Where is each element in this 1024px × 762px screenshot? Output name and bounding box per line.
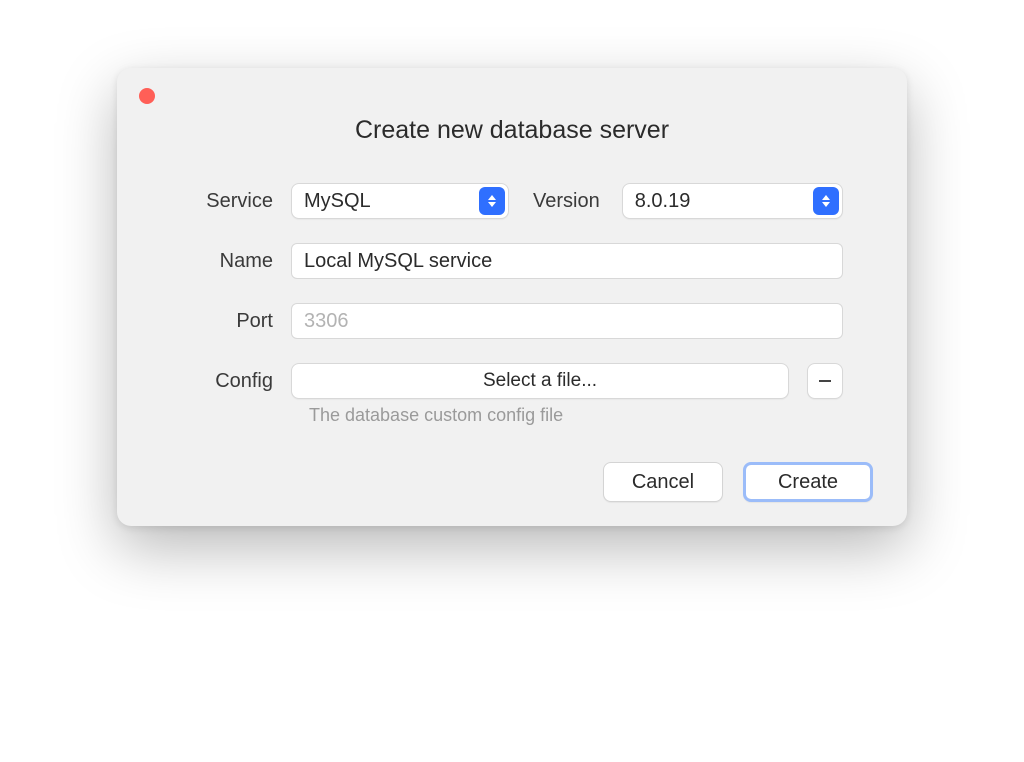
create-button[interactable]: Create <box>743 462 873 502</box>
label-version: Version <box>527 190 604 213</box>
version-select-value: 8.0.19 <box>635 190 691 213</box>
updown-icon <box>479 187 505 215</box>
close-window-icon[interactable] <box>139 88 155 104</box>
window-controls <box>139 88 155 104</box>
label-service: Service <box>151 190 291 213</box>
field-service: MySQL Version 8.0.19 <box>291 183 843 219</box>
create-db-dialog: Create new database server Service MySQL… <box>117 68 907 526</box>
config-block: Config Select a file... The database cus… <box>151 363 843 426</box>
row-name: Name <box>151 243 843 279</box>
form: Service MySQL Version 8.0.19 Name <box>145 183 879 426</box>
cancel-button[interactable]: Cancel <box>603 462 723 502</box>
row-config: Config Select a file... <box>151 363 843 399</box>
service-select-value: MySQL <box>304 190 371 213</box>
service-select[interactable]: MySQL <box>291 183 509 219</box>
port-input[interactable] <box>291 303 843 339</box>
config-helper-text: The database custom config file <box>309 405 843 426</box>
dialog-title: Create new database server <box>145 116 879 145</box>
cancel-button-label: Cancel <box>632 471 694 494</box>
name-input[interactable] <box>291 243 843 279</box>
minus-icon <box>819 380 831 382</box>
remove-config-button[interactable] <box>807 363 843 399</box>
label-config: Config <box>151 370 291 393</box>
row-service: Service MySQL Version 8.0.19 <box>151 183 843 219</box>
dialog-footer: Cancel Create <box>145 462 879 502</box>
select-file-label: Select a file... <box>483 370 597 392</box>
label-port: Port <box>151 310 291 333</box>
row-port: Port <box>151 303 843 339</box>
create-button-label: Create <box>778 471 838 494</box>
version-select[interactable]: 8.0.19 <box>622 183 843 219</box>
updown-icon <box>813 187 839 215</box>
label-name: Name <box>151 250 291 273</box>
select-file-button[interactable]: Select a file... <box>291 363 789 399</box>
